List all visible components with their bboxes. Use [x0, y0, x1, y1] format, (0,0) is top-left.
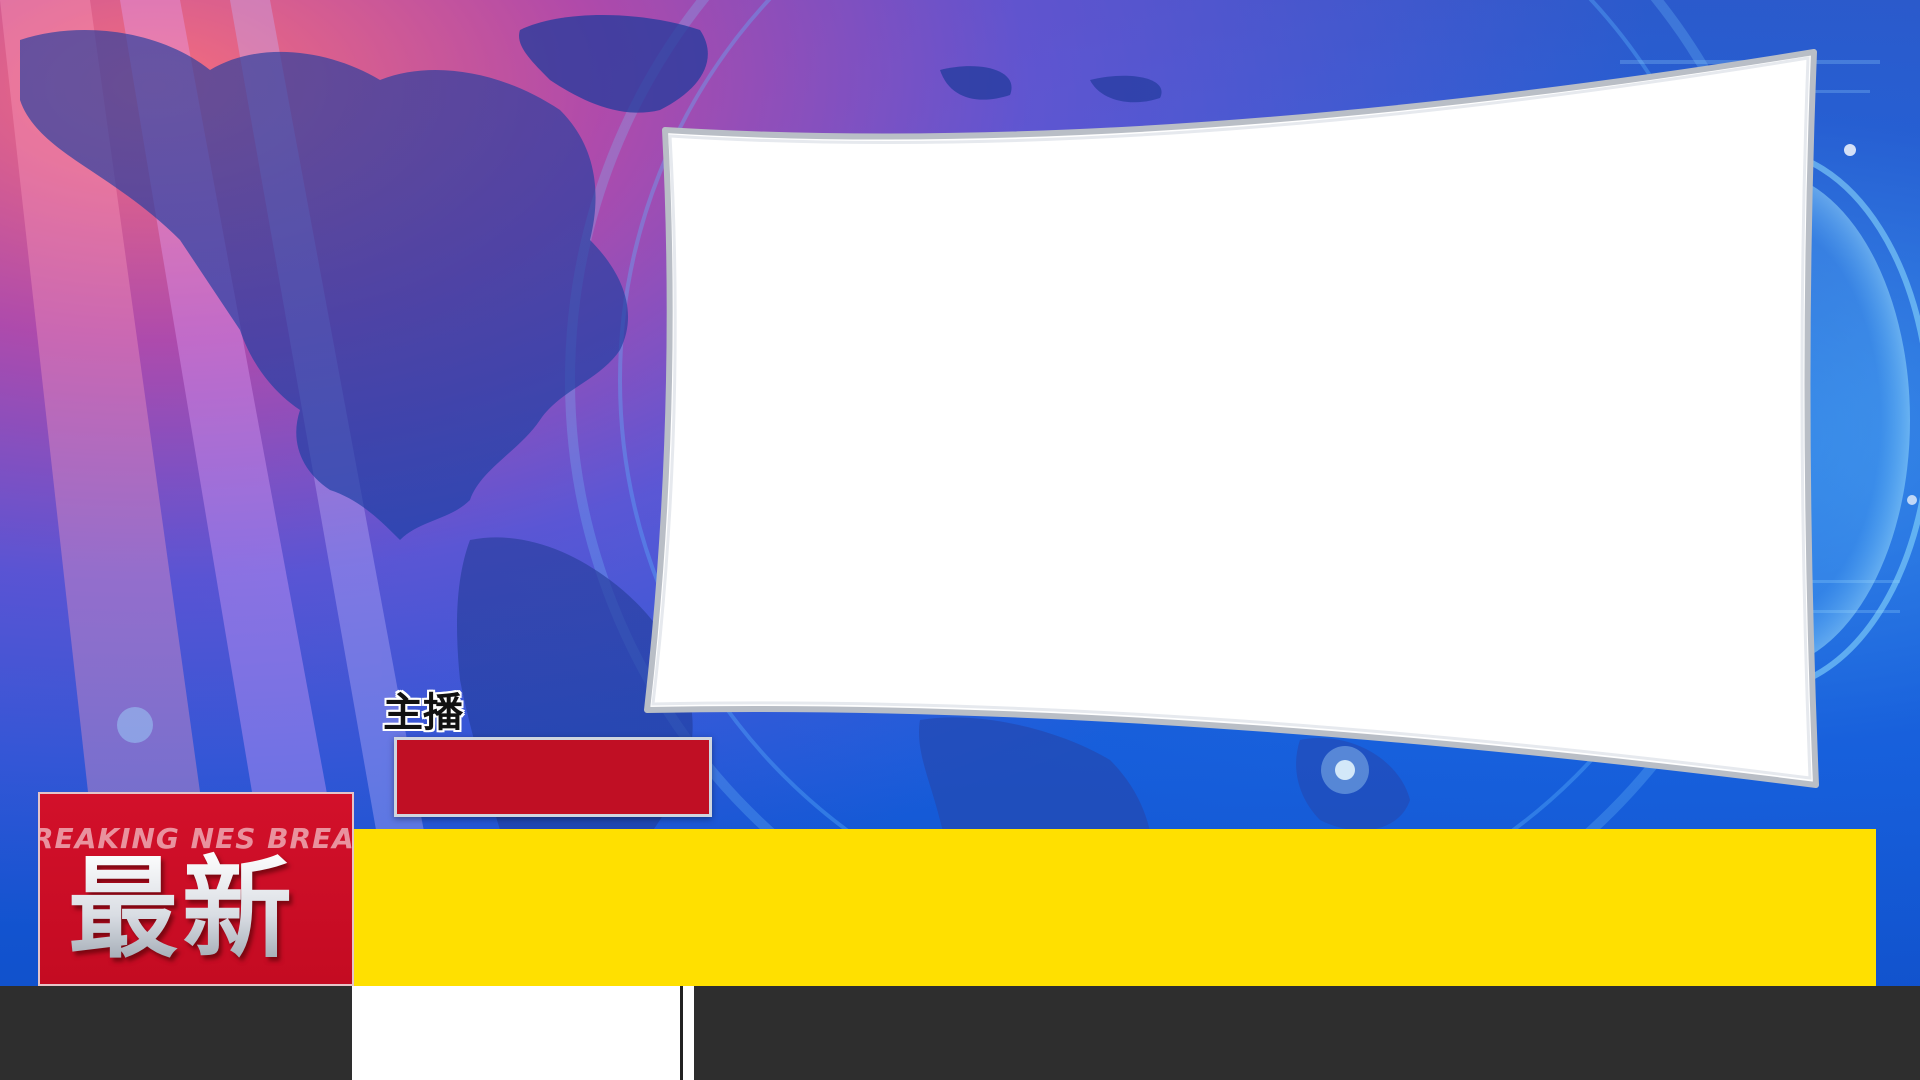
bottom-bar-left	[0, 986, 352, 1080]
bottom-bar-white-panel	[352, 986, 680, 1080]
headline-ticker-bar	[354, 829, 1876, 986]
anchor-name-bar	[394, 737, 712, 817]
bottom-bar-right	[694, 986, 1920, 1080]
anchor-label: 主播	[383, 690, 463, 736]
bottom-bar-divider	[680, 986, 694, 1080]
news-broadcast-template: 主播 REAKING NES BREAK 最新	[0, 0, 1920, 1080]
latest-news-badge: REAKING NES BREAK 最新	[38, 792, 354, 986]
latest-news-title: 最新	[68, 845, 296, 973]
